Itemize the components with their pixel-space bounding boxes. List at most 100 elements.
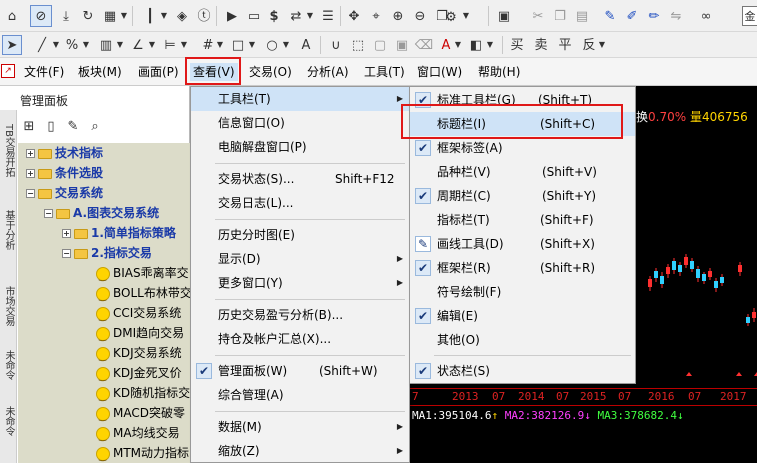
chevron-down-icon[interactable]: ▼: [216, 38, 224, 52]
new-file-icon[interactable]: ▯: [42, 117, 60, 135]
view-menu-toolbars[interactable]: 工具栏(T) ▶: [191, 87, 409, 111]
zoom-in-icon[interactable]: ⊕: [388, 6, 408, 26]
tree-node[interactable]: + 技术指标: [26, 143, 103, 163]
submenu-frame-tabs[interactable]: ✔ 框架标签(A): [410, 136, 635, 160]
cursor-icon[interactable]: ➤: [2, 35, 22, 55]
chevron-down-icon[interactable]: ▼: [486, 38, 494, 52]
sell-button[interactable]: 卖: [532, 36, 550, 54]
window-icon[interactable]: ▭: [244, 6, 264, 26]
download-icon[interactable]: ⤓: [56, 6, 76, 26]
strategy-item[interactable]: BIAS乖离率交: [96, 263, 189, 287]
fibonacci-icon[interactable]: ⊨: [160, 35, 180, 55]
buy-button[interactable]: 买: [508, 36, 526, 54]
menu-analysis[interactable]: 分析(A): [304, 63, 352, 81]
gold-button[interactable]: 金: [742, 6, 757, 26]
submenu-status-bar[interactable]: ✔ 状态栏(S): [410, 359, 635, 383]
view-menu-position-summary[interactable]: 持仓及帐户汇总(X)...: [191, 327, 409, 351]
chevron-down-icon[interactable]: ▼: [116, 38, 124, 52]
tree-node[interactable]: +1.简单指标策略: [62, 223, 176, 243]
menu-sector[interactable]: 板块(M): [75, 63, 125, 81]
submenu-symbol-drawing[interactable]: 符号绘制(F): [410, 280, 635, 304]
tree-node[interactable]: + 条件选股: [26, 163, 103, 183]
draw-tool-icon[interactable]: ✎: [600, 6, 620, 26]
magnet-icon[interactable]: ∪: [326, 35, 346, 55]
strategy-item[interactable]: BOLL布林带交: [96, 283, 190, 307]
play-icon[interactable]: ▶: [222, 6, 242, 26]
submenu-other[interactable]: 其他(O): [410, 328, 635, 352]
angle-icon[interactable]: ∠: [128, 35, 148, 55]
list-icon[interactable]: ☰: [318, 6, 338, 26]
circle-icon[interactable]: ○: [262, 35, 282, 55]
chevron-down-icon[interactable]: ▼: [462, 8, 470, 24]
view-menu-display[interactable]: 显示(D) ▶: [191, 247, 409, 271]
submenu-frame-bar[interactable]: ✔ 框架栏(R) (Shift+R): [410, 256, 635, 280]
menu-window[interactable]: 窗口(W): [414, 63, 465, 81]
tree-node[interactable]: − A.图表交易系统: [44, 203, 159, 223]
hash-icon[interactable]: #: [198, 35, 218, 55]
percent-icon[interactable]: %: [62, 35, 82, 55]
menu-tools[interactable]: 工具(T): [361, 63, 408, 81]
strategy-item[interactable]: CCI交易系统: [96, 303, 181, 327]
chevron-down-icon[interactable]: ▼: [82, 38, 90, 52]
view-menu-trade-log[interactable]: 交易日志(L)...: [191, 191, 409, 215]
chevron-down-icon[interactable]: ▼: [160, 8, 168, 24]
search-icon[interactable]: ⌕: [86, 117, 104, 135]
view-menu-more-windows[interactable]: 更多窗口(Y) ▶: [191, 271, 409, 295]
line-icon[interactable]: ╱: [32, 35, 52, 55]
close-position-button[interactable]: 平: [556, 36, 574, 54]
menu-help[interactable]: 帮助(H): [475, 63, 523, 81]
tree-node[interactable]: −2.指标交易: [62, 243, 152, 263]
chevron-down-icon[interactable]: ▼: [598, 38, 606, 52]
link-icon[interactable]: ⊘: [30, 5, 52, 27]
strategy-item[interactable]: DMI趋向交易: [96, 323, 184, 347]
chevron-down-icon[interactable]: ▼: [282, 38, 290, 52]
vtab[interactable]: 未命令: [1, 350, 16, 390]
menu-file[interactable]: 文件(F): [21, 63, 67, 81]
vtab[interactable]: TB交易开拓: [1, 124, 16, 186]
strategy-item[interactable]: MACD突破零: [96, 403, 185, 427]
move-icon[interactable]: ✥: [344, 6, 364, 26]
vtab[interactable]: 未命令: [1, 406, 16, 446]
font-color-icon[interactable]: A: [436, 35, 456, 55]
menu-trade[interactable]: 交易(O): [246, 63, 295, 81]
chevron-down-icon[interactable]: ▼: [52, 38, 60, 52]
style-icon[interactable]: ◧: [466, 35, 486, 55]
binoculars-icon[interactable]: ∞: [696, 6, 716, 26]
vtab[interactable]: 市场交易: [1, 286, 16, 338]
tree-node[interactable]: − 交易系统: [26, 183, 103, 203]
text-icon[interactable]: ⓣ: [194, 6, 214, 26]
app-icon[interactable]: ↗: [1, 64, 15, 78]
reverse-button[interactable]: 反: [580, 36, 598, 54]
strategy-item[interactable]: KDJ金死叉价: [96, 363, 182, 387]
menu-screen[interactable]: 画面(P): [135, 63, 182, 81]
view-menu-zoom[interactable]: 缩放(Z) ▶: [191, 439, 409, 463]
save-icon[interactable]: ▣: [494, 6, 514, 26]
grid-icon[interactable]: ▦: [100, 6, 120, 26]
add-icon[interactable]: ⊞: [20, 117, 38, 135]
alert-icon[interactable]: ◈: [172, 6, 192, 26]
chevron-down-icon[interactable]: ▼: [148, 38, 156, 52]
text-tool-icon[interactable]: A: [296, 35, 316, 55]
strategy-item[interactable]: MTM动力指标: [96, 443, 189, 463]
draw-tool-icon[interactable]: ✏: [644, 6, 664, 26]
gear-icon[interactable]: ⚙: [440, 6, 462, 28]
home-icon[interactable]: ⌂: [2, 6, 22, 26]
chevron-down-icon[interactable]: ▼: [306, 8, 314, 24]
bar-chart-icon[interactable]: ┃: [140, 6, 160, 26]
dollar-icon[interactable]: $: [264, 6, 284, 26]
view-menu-data[interactable]: 数据(M) ▶: [191, 415, 409, 439]
submenu-indicator-bar[interactable]: 指标栏(T) (Shift+F): [410, 208, 635, 232]
rectangle-icon[interactable]: □: [228, 35, 248, 55]
strategy-item[interactable]: KD随机指标交: [96, 383, 190, 407]
submenu-edit[interactable]: ✔ 编辑(E): [410, 304, 635, 328]
exchange-icon[interactable]: ⇄: [286, 6, 306, 26]
select-icon[interactable]: ⬚: [348, 35, 368, 55]
submenu-symbol-bar[interactable]: 品种栏(V) (Shift+V): [410, 160, 635, 184]
view-menu-management-panel[interactable]: ✔ 管理面板(W) (Shift+W): [191, 359, 409, 383]
view-menu-info-window[interactable]: 信息窗口(O): [191, 111, 409, 135]
refresh-icon[interactable]: ↻: [78, 6, 98, 26]
crosshair-icon[interactable]: ⌖: [366, 6, 386, 26]
draw-tool-icon[interactable]: ✐: [622, 6, 642, 26]
chevron-down-icon[interactable]: ▼: [248, 38, 256, 52]
edit-icon[interactable]: ✎: [64, 117, 82, 135]
